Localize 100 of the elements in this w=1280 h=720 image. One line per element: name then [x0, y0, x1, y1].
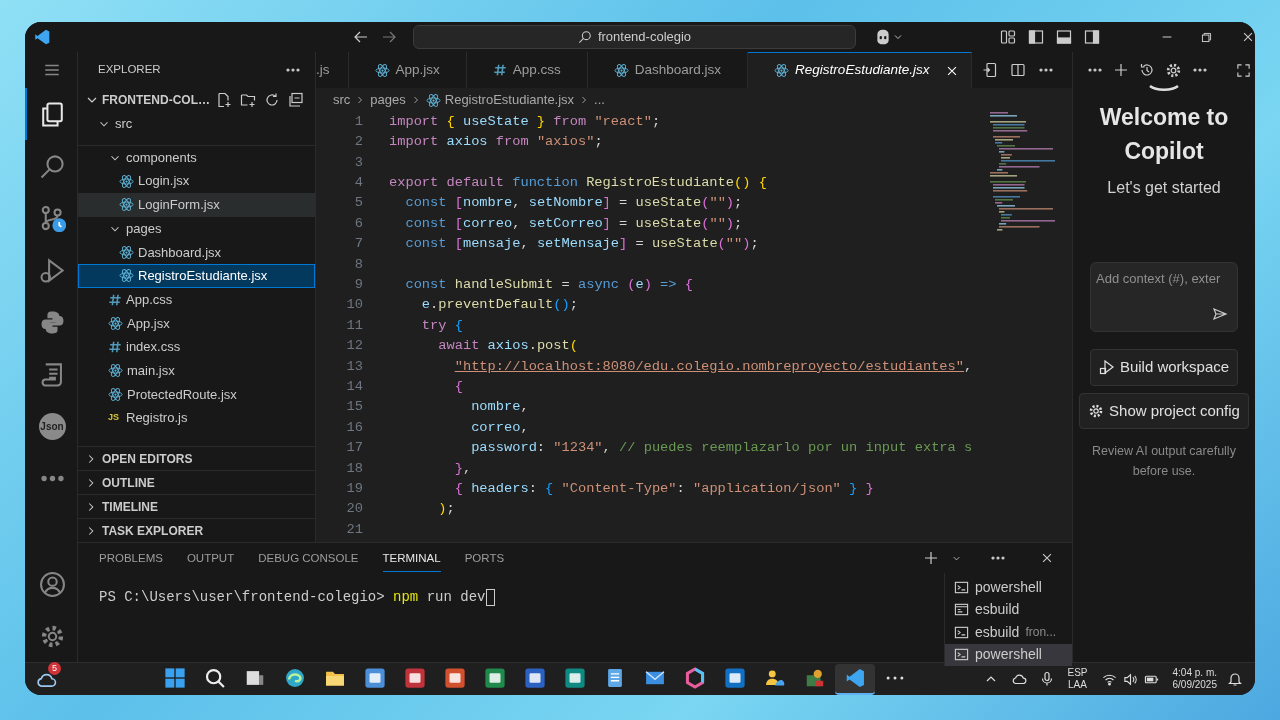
back-arrow-icon[interactable]: [353, 29, 369, 45]
breadcrumb-item[interactable]: src: [333, 90, 351, 110]
search-icon: [577, 30, 592, 44]
restore-icon[interactable]: [1200, 30, 1213, 44]
app-icon[interactable]: [364, 667, 386, 689]
line-number: 17: [345, 439, 363, 458]
notifications-icon[interactable]: [1227, 671, 1243, 687]
app-logo-icon: [33, 28, 51, 46]
file-item[interactable]: App.css: [78, 287, 315, 312]
terminal-icon: [954, 624, 969, 640]
folder-item[interactable]: src: [78, 112, 315, 136]
terminal-cursor: [485, 588, 495, 606]
new-folder-icon[interactable]: [240, 92, 256, 108]
people-icon[interactable]: [764, 667, 786, 689]
clock-date[interactable]: 6/09/2025: [1172, 679, 1217, 691]
editor-tab[interactable]: App.jsx: [348, 52, 467, 88]
line-number: 11: [345, 316, 363, 335]
logo-icon: [1148, 84, 1180, 92]
panel-tab[interactable]: OUTPUT: [186, 543, 235, 573]
terminal-session[interactable]: esbuild fron...: [945, 621, 1072, 644]
copilot-icon[interactable]: [874, 28, 892, 46]
hexagon-app-icon[interactable]: [684, 667, 706, 689]
code-line: try {: [420, 316, 463, 335]
app-icon[interactable]: [724, 667, 746, 689]
tool-icon[interactable]: [804, 667, 826, 689]
new-file-icon[interactable]: [216, 92, 232, 108]
layout-icon[interactable]: [1000, 29, 1016, 45]
collapse-all-icon[interactable]: [288, 92, 304, 108]
browser-icon[interactable]: [284, 667, 306, 689]
action-button[interactable]: Build workspace: [1089, 349, 1239, 386]
editor-tab[interactable]: App.css: [466, 52, 588, 88]
split-editor-icon[interactable]: [1010, 62, 1027, 78]
breadcrumb-item[interactable]: pages: [370, 90, 406, 110]
code-line: {: [453, 378, 463, 396]
refresh-icon[interactable]: [264, 92, 280, 108]
clock-time[interactable]: 4:04 p. m.: [1172, 667, 1217, 679]
secondary-sidebar-icon[interactable]: [1084, 29, 1100, 45]
file-item[interactable]: Dashboard.jsx: [78, 240, 315, 265]
cloud-icon[interactable]: [1011, 671, 1028, 687]
react-file-icon: [119, 268, 134, 284]
app-icon[interactable]: [404, 667, 426, 689]
breadcrumb-item[interactable]: ...: [594, 90, 605, 110]
search-field[interactable]: frontend-colegio: [413, 25, 856, 49]
action-button[interactable]: Show project config: [1079, 392, 1249, 429]
app-icon[interactable]: [484, 667, 506, 689]
volume-icon[interactable]: [1122, 671, 1138, 687]
breadcrumb-item[interactable]: RegistroEstudiante.jsx: [444, 90, 575, 110]
close-icon[interactable]: [1241, 30, 1255, 44]
panel-tab[interactable]: PROBLEMS: [99, 543, 163, 573]
search-icon[interactable]: [204, 667, 226, 689]
line-number: 8: [353, 255, 363, 274]
app-icon[interactable]: [444, 667, 466, 689]
panel-toggle-icon[interactable]: [1056, 29, 1072, 45]
line-number: 6: [353, 214, 363, 233]
line-number: 12: [345, 337, 363, 356]
line-number: 13: [345, 357, 363, 376]
folder-item[interactable]: pages: [78, 216, 315, 241]
language-indicator[interactable]: ESP: [1067, 667, 1088, 679]
section-header[interactable]: OUTLINE: [78, 470, 315, 494]
gear-icon: [1088, 402, 1105, 419]
editor-tab[interactable]: RegistroEstudiante.jsx: [748, 52, 973, 88]
app-icon[interactable]: [524, 667, 546, 689]
account-icon[interactable]: [38, 570, 66, 598]
file-item[interactable]: Login.jsx: [78, 169, 315, 194]
send-icon[interactable]: [1212, 306, 1228, 322]
file-item[interactable]: JS Registro.js: [78, 406, 315, 430]
run-debug-icon[interactable]: [38, 256, 66, 284]
editor-tab[interactable]: .js: [316, 52, 349, 88]
file-item[interactable]: ProtectedRoute.jsx: [78, 382, 315, 407]
primary-sidebar-icon[interactable]: [1028, 29, 1044, 45]
folder-item[interactable]: components: [78, 145, 315, 170]
panel-tab[interactable]: PORTS: [464, 543, 505, 573]
keyboard-layout-indicator[interactable]: LAA: [1067, 679, 1088, 691]
history-icon[interactable]: [1139, 62, 1155, 78]
hash-icon: [108, 340, 122, 355]
terminal-session[interactable]: esbuild: [945, 598, 1072, 621]
folder-name[interactable]: FRONTEND-COL…: [102, 91, 210, 109]
code-editor-icon[interactable]: [844, 667, 866, 689]
section-header[interactable]: OPEN EDITORS: [78, 446, 315, 470]
terminal-session[interactable]: powershell: [945, 576, 1072, 599]
app-icon[interactable]: [564, 667, 586, 689]
maximize-icon[interactable]: [1236, 62, 1251, 78]
panel-tab[interactable]: TERMINAL: [382, 543, 441, 573]
start-icon[interactable]: [164, 667, 186, 689]
file-item[interactable]: index.css: [78, 335, 315, 359]
forward-arrow-icon[interactable]: [381, 29, 397, 45]
file-item[interactable]: App.jsx: [78, 311, 315, 336]
settings-icon[interactable]: [1165, 61, 1182, 79]
open-changes-icon[interactable]: [982, 62, 999, 78]
terminal-session[interactable]: powershell: [945, 643, 1072, 666]
plus-icon[interactable]: [923, 550, 939, 566]
new-chat-icon[interactable]: [1113, 62, 1129, 78]
file-item[interactable]: LoginForm.jsx: [78, 193, 315, 217]
section-header[interactable]: TIMELINE: [78, 494, 315, 518]
file-item[interactable]: RegistroEstudiante.jsx: [78, 264, 315, 288]
file-item[interactable]: main.jsx: [78, 358, 315, 383]
chat-input[interactable]: Add context (#), exter: [1090, 262, 1238, 332]
panel-tab[interactable]: DEBUG CONSOLE: [258, 543, 359, 573]
close-icon[interactable]: [1040, 551, 1054, 565]
json-activity-item[interactable]: Json: [38, 412, 66, 440]
